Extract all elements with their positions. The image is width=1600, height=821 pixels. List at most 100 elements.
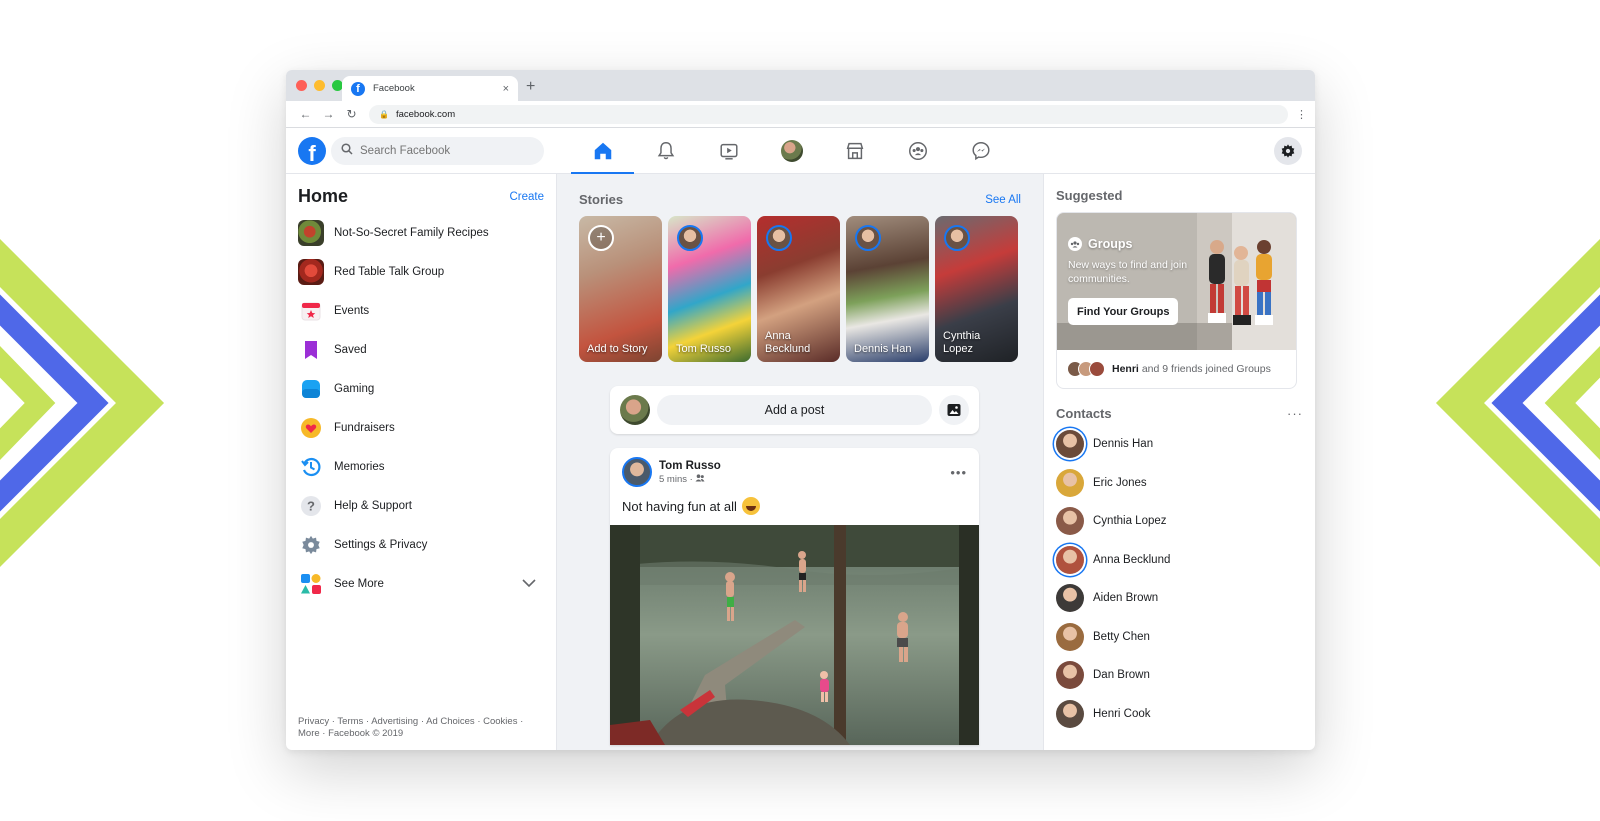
nav-groups[interactable] [886,128,949,174]
create-link[interactable]: Create [509,191,544,203]
browser-menu-icon[interactable]: ⋮ [1296,108,1307,121]
contact-name: Eric Jones [1093,476,1147,489]
sidebar-item-memories[interactable]: Memories [298,447,544,486]
sidebar-item-label: Events [334,304,370,317]
story-dennis-han[interactable]: Dennis Han [846,216,929,362]
avatar [1056,622,1084,651]
stories-row: + Add to Story Tom Russo Anna Becklund D… [557,207,1043,362]
sidebar-item-settings-privacy[interactable]: Settings & Privacy [298,525,544,564]
avatar [1056,545,1084,574]
plus-icon: + [588,225,614,251]
nav-messenger[interactable] [949,128,1012,174]
new-tab-button[interactable]: + [526,78,535,96]
groups-banner: Groups New ways to find and join communi… [1057,213,1296,350]
avatar [620,395,650,425]
gear-icon [298,531,324,558]
sidebar-item-saved[interactable]: Saved [298,330,544,369]
gaming-icon [298,375,324,402]
avatar [1056,430,1084,459]
url-field[interactable]: 🔒 facebook.com [369,104,1288,124]
avatar [1056,584,1084,613]
sidebar-item-see-more[interactable]: See More [298,564,544,603]
groups-social-proof: Henri and 9 friends joined Groups [1057,350,1296,388]
avatar [1056,699,1084,728]
groups-subtitle: New ways to find and join communities. [1068,259,1188,285]
feed-post: Tom Russo 5 mins · ••• Not having fun at… [610,448,979,745]
facebook-header: f [286,128,1315,175]
play-icon [719,143,738,160]
window-controls [296,80,343,91]
contact-item[interactable]: Aiden Brown [1056,579,1303,618]
search-box[interactable] [331,136,544,165]
tab-close-icon[interactable]: × [503,83,509,95]
contact-item[interactable]: Eric Jones [1056,464,1303,503]
story-add[interactable]: + Add to Story [579,216,662,362]
question-icon: ? [298,492,324,519]
contact-name: Dan Brown [1093,669,1150,682]
story-name: Anna Becklund [765,330,811,355]
sidebar-item-red-table-talk[interactable]: Red Table Talk Group [298,252,544,291]
minimize-window-button[interactable] [314,80,325,91]
post-author[interactable]: Tom Russo [659,460,721,472]
contact-item[interactable]: Dan Brown [1056,656,1303,695]
sidebar-item-fundraisers[interactable]: Fundraisers [298,408,544,447]
post-photo[interactable] [610,525,979,745]
forward-button[interactable]: → [317,107,340,121]
calendar-icon [298,297,324,324]
sidebar-item-label: Gaming [334,382,375,395]
story-cynthia-lopez[interactable]: Cynthia Lopez [935,216,1018,362]
sidebar-item-family-recipes[interactable]: Not-So-Secret Family Recipes [298,213,544,252]
groups-icon [1068,237,1082,251]
story-avatar [766,225,792,251]
nav-home[interactable] [571,128,634,175]
browser-tab[interactable]: f Facebook × [342,76,518,101]
messenger-icon [971,142,990,161]
contacts-title: Contacts [1056,406,1112,421]
settings-button[interactable] [1274,137,1302,165]
tab-strip: f Facebook × + [286,70,1315,101]
story-tom-russo[interactable]: Tom Russo [668,216,751,362]
contact-item[interactable]: Henri Cook [1056,695,1303,734]
contact-item[interactable]: Cynthia Lopez [1056,502,1303,541]
shapes-icon [298,570,324,597]
groups-title: Groups [1068,237,1132,251]
home-icon [594,142,611,160]
more-options-icon[interactable]: ··· [1287,406,1303,421]
search-input[interactable] [360,144,520,157]
friend-name: Henri [1112,363,1139,375]
tab-title: Facebook [373,83,415,94]
story-anna-becklund[interactable]: Anna Becklund [757,216,840,362]
more-options-icon[interactable]: ••• [950,465,967,480]
chevron-down-icon[interactable] [522,577,536,591]
sidebar-item-label: Memories [334,460,385,473]
add-photo-button[interactable] [939,395,969,425]
back-button[interactable]: ← [294,107,317,121]
facebook-logo-icon[interactable]: f [298,136,326,165]
address-bar: ← → ↻ 🔒 facebook.com ⋮ [286,101,1315,128]
contact-name: Aiden Brown [1093,592,1159,605]
facebook-body: Home Create Not-So-Secret Family Recipes… [286,174,1315,750]
add-post-button[interactable]: Add a post [657,395,932,425]
nav-notifications[interactable] [634,128,697,174]
contact-item[interactable]: Anna Becklund [1056,541,1303,580]
sidebar-item-label: Saved [334,343,367,356]
nav-watch[interactable] [697,128,760,174]
sidebar-item-help[interactable]: ? Help & Support [298,486,544,525]
avatar [1089,361,1105,377]
find-your-groups-button[interactable]: Find Your Groups [1068,298,1179,325]
nav-profile[interactable] [760,128,823,174]
see-all-stories-link[interactable]: See All [985,194,1021,206]
contact-name: Dennis Han [1093,438,1154,451]
groups-icon [908,142,927,160]
sidebar-item-label: Red Table Talk Group [334,265,445,278]
close-window-button[interactable] [296,80,307,91]
contact-item[interactable]: Betty Chen [1056,618,1303,657]
news-feed: Stories See All + Add to Story Tom Russo… [557,174,1043,750]
reload-button[interactable]: ↻ [340,107,363,121]
avatar[interactable] [622,457,652,487]
contact-item[interactable]: Dennis Han [1056,425,1303,464]
sidebar-item-events[interactable]: Events [298,291,544,330]
sidebar-item-gaming[interactable]: Gaming [298,369,544,408]
nav-marketplace[interactable] [823,128,886,174]
sidebar-item-label: Fundraisers [334,421,395,434]
